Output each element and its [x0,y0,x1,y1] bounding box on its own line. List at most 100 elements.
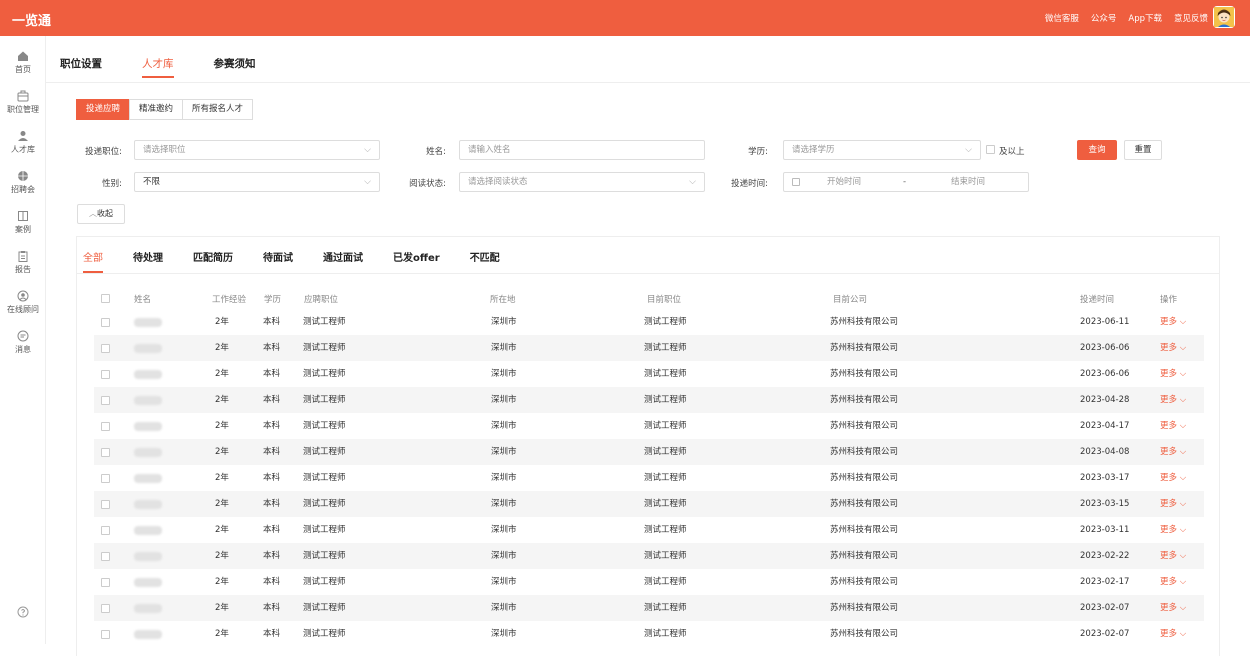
top-link-feedback[interactable]: 意见反馈 [1174,12,1208,24]
end-date-placeholder[interactable]: 结束时间 [951,173,985,191]
blurred-name[interactable] [134,630,162,639]
subtab-all-registered[interactable]: 所有报名人才 [182,99,254,120]
more-actions-button[interactable]: 更多 ⌵ [1160,439,1186,465]
main-content: 职位设置 人才库 参赛须知 投递应聘 精准邀约 所有报名人才 投递职位: 请选择… [46,36,1250,656]
start-date-placeholder[interactable]: 开始时间 [827,173,861,191]
sidebar-item-reports[interactable]: 报告 [0,250,46,275]
row-checkbox[interactable] [101,552,110,561]
more-actions-button[interactable]: 更多 ⌵ [1160,413,1186,439]
top-link-wechat-service[interactable]: 微信客服 [1045,12,1079,24]
blurred-name[interactable] [134,448,162,457]
cell-education: 本科 [263,369,281,379]
row-checkbox[interactable] [101,630,110,639]
sidebar-item-consultant[interactable]: 在线顾问 [0,290,46,315]
tab-job-settings[interactable]: 职位设置 [60,56,102,71]
table-row[interactable]: 2年 本科 测试工程师 深圳市 测试工程师 苏州科技有限公司 2023-06-06 更多 ⌵ [94,361,1204,387]
sidebar-item-label: 人才库 [11,145,35,154]
table-row[interactable]: 2年 本科 测试工程师 深圳市 测试工程师 苏州科技有限公司 2023-04-17 更多 ⌵ [94,413,1204,439]
table-row[interactable]: 2年 本科 测试工程师 深圳市 测试工程师 苏州科技有限公司 2023-04-28 更多 ⌵ [94,387,1204,413]
gender-select[interactable]: 不限 ⌵ [134,172,380,192]
status-tab-offer-sent[interactable]: 已发offer [393,249,440,264]
status-tab-all[interactable]: 全部 [83,249,103,273]
table-row[interactable]: 2年 本科 测试工程师 深圳市 测试工程师 苏州科技有限公司 2023-04-08 更多 ⌵ [94,439,1204,465]
sidebar-item-talent[interactable]: 人才库 [0,130,46,155]
row-checkbox[interactable] [101,344,110,353]
table-row[interactable]: 2年 本科 测试工程师 深圳市 测试工程师 苏州科技有限公司 2023-03-11 更多 ⌵ [94,517,1204,543]
education-select[interactable]: 请选择学历 ⌵ [783,140,981,160]
select-all-checkbox[interactable] [101,294,110,303]
sidebar-item-jobs[interactable]: 职位管理 [0,90,46,115]
row-checkbox[interactable] [101,448,110,457]
more-actions-button[interactable]: 更多 ⌵ [1160,465,1186,491]
blurred-name[interactable] [134,318,162,327]
more-actions-button[interactable]: 更多 ⌵ [1160,309,1186,335]
row-checkbox[interactable] [101,604,110,613]
more-actions-button[interactable]: 更多 ⌵ [1160,569,1186,595]
table-row[interactable]: 2年 本科 测试工程师 深圳市 测试工程师 苏州科技有限公司 2023-03-17 更多 ⌵ [94,465,1204,491]
blurred-name[interactable] [134,552,162,561]
table-row[interactable]: 2年 本科 测试工程师 深圳市 测试工程师 苏州科技有限公司 2023-02-07 更多 ⌵ [94,595,1204,621]
table-row[interactable]: 2年 本科 测试工程师 深圳市 测试工程师 苏州科技有限公司 2023-02-17 更多 ⌵ [94,569,1204,595]
avatar[interactable] [1213,6,1235,28]
status-tab-unmatched[interactable]: 不匹配 [470,249,500,264]
table-row[interactable]: 2年 本科 测试工程师 深圳市 测试工程师 苏州科技有限公司 2023-06-06 更多 ⌵ [94,335,1204,361]
more-actions-button[interactable]: 更多 ⌵ [1160,491,1186,517]
blurred-name[interactable] [134,578,162,587]
reset-button[interactable]: 重置 [1124,140,1162,160]
blurred-name[interactable] [134,500,162,509]
blurred-name[interactable] [134,604,162,613]
sidebar-item-home[interactable]: 首页 [0,50,46,75]
blurred-name[interactable] [134,474,162,483]
top-link-official-account[interactable]: 公众号 [1091,12,1117,24]
more-actions-button[interactable]: 更多 ⌵ [1160,335,1186,361]
row-checkbox[interactable] [101,396,110,405]
blurred-name[interactable] [134,526,162,535]
row-checkbox[interactable] [101,500,110,509]
row-checkbox[interactable] [101,474,110,483]
above-checkbox[interactable] [986,145,995,154]
blurred-name[interactable] [134,396,162,405]
sidebar-item-messages[interactable]: 消息 [0,330,46,355]
more-actions-button[interactable]: 更多 ⌵ [1160,387,1186,413]
tab-talent-pool[interactable]: 人才库 [142,56,174,78]
subtab-invitations[interactable]: 精准邀约 [129,99,184,120]
blurred-name[interactable] [134,422,162,431]
subtab-applications[interactable]: 投递应聘 [76,99,131,120]
search-button[interactable]: 查询 [1077,140,1117,160]
status-tab-passed[interactable]: 通过面试 [323,249,363,264]
table-row[interactable]: 2年 本科 测试工程师 深圳市 测试工程师 苏州科技有限公司 2023-02-07 更多 ⌵ [94,621,1204,647]
status-tab-to-interview[interactable]: 待面试 [263,249,293,264]
cell-job: 测试工程师 [303,317,346,327]
row-checkbox[interactable] [101,578,110,587]
header-current-company: 目前公司 [833,295,868,305]
tab-contest-notice[interactable]: 参赛须知 [214,56,256,71]
more-actions-button[interactable]: 更多 ⌵ [1160,543,1186,569]
status-tab-matched[interactable]: 匹配简历 [193,249,233,264]
position-select[interactable]: 请选择职位 ⌵ [134,140,380,160]
row-checkbox[interactable] [101,370,110,379]
name-input[interactable]: 请输入姓名 [459,140,705,160]
sidebar-item-cases[interactable]: 案例 [0,210,46,235]
row-checkbox[interactable] [101,318,110,327]
sidebar-item-job-fair[interactable]: 招聘会 [0,170,46,195]
status-tab-pending[interactable]: 待处理 [133,249,163,264]
table-row[interactable]: 2年 本科 测试工程师 深圳市 测试工程师 苏州科技有限公司 2023-03-15 更多 ⌵ [94,491,1204,517]
more-actions-button[interactable]: 更多 ⌵ [1160,595,1186,621]
read-status-select[interactable]: 请选择阅读状态 ⌵ [459,172,705,192]
more-actions-button[interactable]: 更多 ⌵ [1160,621,1186,647]
top-link-app-download[interactable]: App下载 [1128,12,1162,24]
blurred-name[interactable] [134,370,162,379]
chevron-down-icon: ⌵ [965,145,972,155]
more-actions-button[interactable]: 更多 ⌵ [1160,361,1186,387]
table-row[interactable]: 2年 本科 测试工程师 深圳市 测试工程师 苏州科技有限公司 2023-06-11 更多 ⌵ [94,309,1204,335]
blurred-name[interactable] [134,344,162,353]
help-icon[interactable] [17,606,29,618]
collapse-button[interactable]: ︿收起 [77,204,125,224]
date-range-picker[interactable]: 开始时间 - 结束时间 [783,172,1029,192]
more-actions-button[interactable]: 更多 ⌵ [1160,517,1186,543]
row-checkbox[interactable] [101,422,110,431]
cell-current-position: 测试工程师 [644,525,687,535]
row-checkbox[interactable] [101,526,110,535]
brand-logo[interactable]: 一览通 [12,10,51,29]
table-row[interactable]: 2年 本科 测试工程师 深圳市 测试工程师 苏州科技有限公司 2023-02-22 更多 ⌵ [94,543,1204,569]
